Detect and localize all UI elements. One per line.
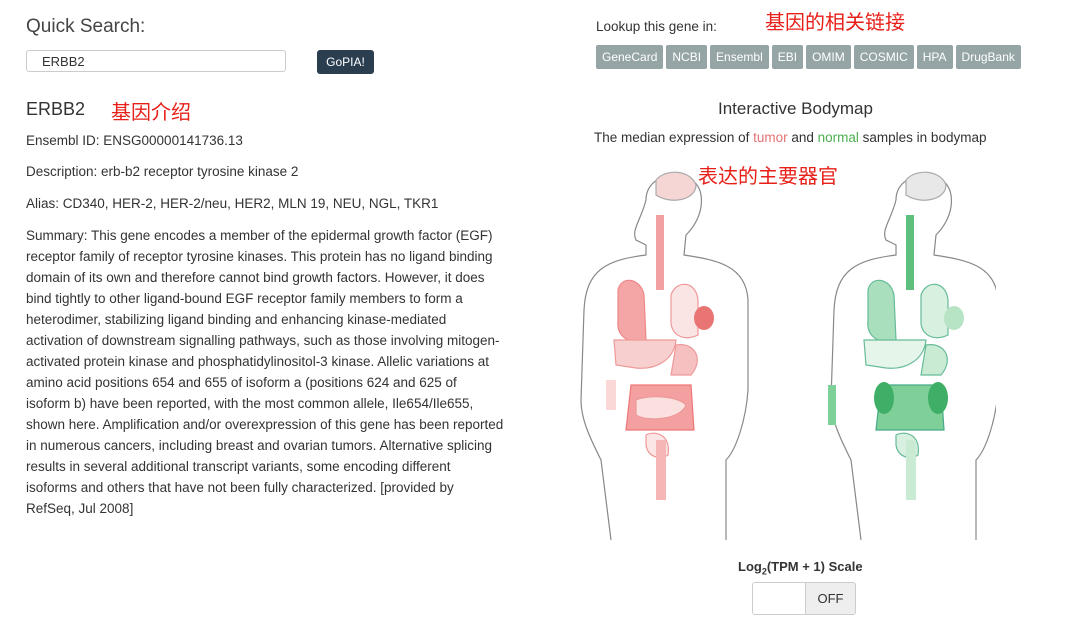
gene-summary: Summary: This gene encodes a member of t…: [26, 228, 504, 516]
ebi-link[interactable]: EBI: [771, 45, 804, 69]
gene-intro-annotation: 基因介绍: [111, 100, 191, 124]
tumor-lung-left: [617, 279, 647, 343]
normal-lung-right: [920, 283, 949, 339]
gene-description: Description: erb-b2 receptor tyrosine ki…: [26, 164, 299, 179]
quick-search-label: Quick Search:: [26, 16, 146, 37]
omim-link[interactable]: OMIM: [806, 45, 851, 69]
normal-kidney-right: [928, 382, 948, 414]
normal-esophagus: [906, 215, 914, 290]
hpa-link[interactable]: HPA: [916, 45, 953, 69]
tumor-kidney: [606, 380, 616, 410]
gene-symbol-heading: ERBB2: [26, 99, 86, 119]
normal-lung-left: [867, 279, 897, 343]
normal-body-figure: [828, 171, 996, 541]
toggle-knob: [753, 583, 806, 614]
log-scale-label: Log2(TPM + 1) Scale: [738, 559, 863, 577]
bodymap-title: Interactive Bodymap: [718, 99, 873, 118]
normal-breast: [944, 306, 964, 330]
ncbi-link[interactable]: NCBI: [666, 45, 708, 69]
tumor-body-figure: [580, 171, 749, 541]
tumor-brain: [655, 171, 697, 201]
normal-brain: [905, 171, 947, 201]
tumor-rectum: [656, 440, 666, 500]
normal-legend-word: normal: [817, 130, 859, 145]
interactive-bodymap: [580, 171, 996, 541]
toggle-off-label: OFF: [806, 583, 855, 614]
tumor-legend-word: tumor: [753, 130, 788, 145]
genecard-link[interactable]: GeneCard: [596, 45, 664, 69]
ensembl-link[interactable]: Ensembl: [710, 45, 769, 69]
normal-arm-tissue: [828, 385, 836, 425]
gene-search-input[interactable]: [26, 50, 286, 72]
log-scale-toggle[interactable]: OFF: [752, 582, 856, 615]
tumor-stomach: [670, 344, 698, 376]
gene-alias: Alias: CD340, HER-2, HER-2/neu, HER2, ML…: [26, 196, 439, 211]
drugbank-link[interactable]: DrugBank: [955, 45, 1021, 69]
bodymap-description: The median expression of tumor and norma…: [594, 130, 987, 145]
external-links-bar: GeneCard NCBI Ensembl EBI OMIM COSMIC HP…: [596, 45, 1021, 69]
normal-liver: [863, 339, 927, 369]
normal-rectum: [906, 440, 916, 500]
links-annotation: 基因的相关链接: [765, 10, 905, 34]
tumor-breast: [694, 306, 714, 330]
lookup-label: Lookup this gene in:: [596, 19, 717, 34]
cosmic-link[interactable]: COSMIC: [853, 45, 914, 69]
tumor-lung-right: [670, 283, 699, 339]
ensembl-id: Ensembl ID: ENSG00000141736.13: [26, 133, 243, 148]
tumor-esophagus: [656, 215, 664, 290]
normal-kidney-left: [874, 382, 894, 414]
gopia-button[interactable]: GoPIA!: [317, 50, 374, 74]
organs-annotation: 表达的主要器官: [698, 164, 838, 188]
tumor-liver: [613, 339, 677, 369]
normal-stomach: [920, 344, 948, 376]
